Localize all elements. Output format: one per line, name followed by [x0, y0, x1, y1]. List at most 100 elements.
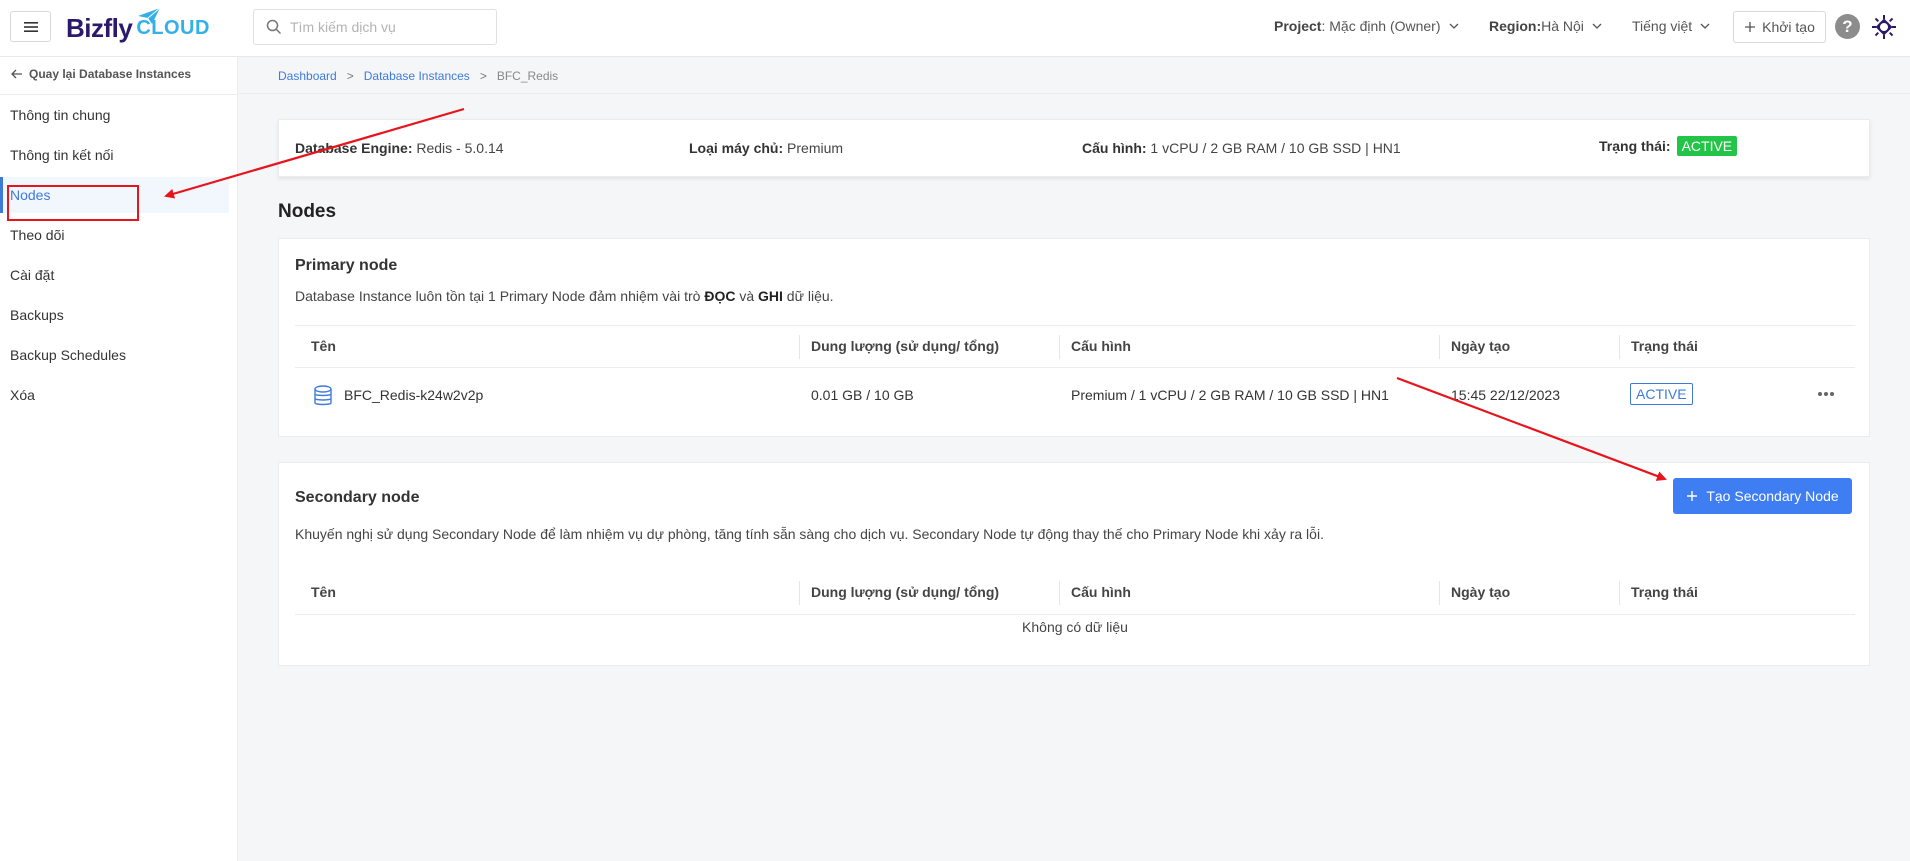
region-selector[interactable]: Region: Hà Nội	[1489, 18, 1602, 34]
sidebar-item-label: Thông tin chung	[10, 107, 111, 123]
search-icon	[266, 19, 282, 35]
sidebar-item-label: Cài đặt	[10, 267, 55, 283]
settings-icon[interactable]	[1870, 13, 1898, 41]
primary-desc-bold: ĐỌC	[704, 288, 736, 304]
back-to-database-instances-link[interactable]: Quay lại Database Instances	[11, 67, 191, 81]
column-header-created: Ngày tạo	[1451, 584, 1511, 600]
breadcrumb-current: BFC_Redis	[496, 69, 559, 83]
sidebar: Quay lại Database Instances Thông tin ch…	[0, 57, 238, 861]
column-header-config: Cấu hình	[1071, 584, 1131, 600]
column-header-created: Ngày tạo	[1451, 338, 1511, 354]
column-divider	[1439, 335, 1440, 359]
primary-desc-part: và	[735, 288, 759, 304]
search-input[interactable]	[290, 19, 490, 35]
menu-icon	[23, 21, 38, 32]
server-type-label: Loại máy chủ:	[689, 140, 784, 156]
region-label: Region:	[1489, 18, 1542, 34]
column-header-status: Trạng thái	[1631, 584, 1698, 600]
column-divider	[1439, 581, 1440, 605]
search-box[interactable]	[253, 9, 497, 45]
back-link-label: Quay lại Database Instances	[29, 67, 192, 81]
language-selector[interactable]: Tiếng việt	[1632, 18, 1710, 34]
sidebar-item-label: Xóa	[10, 387, 35, 403]
paper-plane-icon	[138, 7, 161, 24]
secondary-node-description: Khuyến nghị sử dụng Secondary Node để là…	[295, 526, 1324, 542]
create-button[interactable]: Khởi tạo	[1733, 11, 1826, 43]
page-title: Nodes	[278, 201, 337, 222]
breadcrumb-separator: >	[346, 69, 354, 83]
project-value: : Mặc định (Owner)	[1321, 18, 1441, 34]
server-type-value: Premium	[783, 140, 844, 156]
sidebar-item-label: Theo dõi	[10, 227, 65, 243]
breadcrumb-divider	[239, 93, 1910, 94]
sidebar-item-backups[interactable]: Backups	[0, 297, 229, 333]
sidebar-item-delete[interactable]: Xóa	[0, 377, 229, 413]
chevron-down-icon	[1700, 23, 1710, 29]
secondary-node-title: Secondary node	[295, 489, 420, 506]
sidebar-item-monitoring[interactable]: Theo dõi	[0, 217, 229, 253]
project-selector[interactable]: Project: Mặc định (Owner)	[1274, 18, 1459, 34]
create-secondary-node-button[interactable]: Tạo Secondary Node	[1673, 478, 1852, 514]
help-icon[interactable]: ?	[1835, 14, 1860, 39]
node-config: Premium / 1 vCPU / 2 GB RAM / 10 GB SSD …	[1071, 387, 1389, 403]
primary-node-title: Primary node	[295, 257, 398, 274]
status-badge: ACTIVE	[1676, 136, 1738, 156]
config-label: Cấu hình:	[1082, 140, 1147, 156]
column-header-capacity: Dung lượng (sử dụng/ tổng)	[811, 338, 1000, 354]
sidebar-item-backup-schedules[interactable]: Backup Schedules	[0, 337, 229, 373]
logo-brand: Bizfly	[66, 12, 133, 43]
engine-field: Database Engine: Redis - 5.0.14	[295, 140, 504, 156]
secondary-node-card: Secondary node Khuyến nghị sử dụng Secon…	[278, 462, 1870, 666]
column-divider	[799, 335, 800, 359]
column-header-status: Trạng thái	[1631, 338, 1698, 354]
instance-info-card: Database Engine: Redis - 5.0.14 Loại máy…	[278, 119, 1870, 177]
region-value: Hà Nội	[1541, 18, 1584, 34]
database-icon	[314, 385, 332, 406]
primary-desc-bold: GHI	[758, 288, 783, 304]
more-options-icon[interactable]	[1817, 391, 1835, 397]
column-header-name: Tên	[311, 338, 336, 354]
sidebar-item-label: Backups	[10, 307, 64, 323]
sidebar-item-general-info[interactable]: Thông tin chung	[0, 97, 229, 133]
plus-icon	[1745, 22, 1756, 32]
column-divider	[1059, 335, 1060, 359]
secondary-table-header: Tên Dung lượng (sử dụng/ tổng) Cấu hình …	[295, 572, 1855, 615]
engine-label: Database Engine:	[295, 140, 413, 156]
config-value: 1 vCPU / 2 GB RAM / 10 GB SSD | HN1	[1146, 140, 1401, 156]
server-type-field: Loại máy chủ: Premium	[689, 140, 843, 156]
sidebar-item-nodes[interactable]: Nodes	[0, 177, 229, 213]
node-status: ACTIVE	[1630, 383, 1693, 405]
sidebar-item-connection-info[interactable]: Thông tin kết nối	[0, 137, 229, 173]
primary-table-header: Tên Dung lượng (sử dụng/ tổng) Cấu hình …	[295, 325, 1855, 368]
plus-icon	[1687, 491, 1698, 501]
breadcrumb-separator: >	[479, 69, 487, 83]
node-capacity: 0.01 GB / 10 GB	[811, 387, 914, 403]
sidebar-item-settings[interactable]: Cài đặt	[0, 257, 229, 293]
breadcrumb: Dashboard > Database Instances > BFC_Red…	[278, 69, 558, 83]
sidebar-item-label: Nodes	[10, 187, 51, 203]
column-header-capacity: Dung lượng (sử dụng/ tổng)	[811, 584, 1000, 600]
primary-node-description: Database Instance luôn tồn tại 1 Primary…	[295, 288, 834, 304]
breadcrumb-dashboard[interactable]: Dashboard	[278, 69, 337, 83]
chevron-down-icon	[1449, 23, 1458, 29]
empty-state-text: Không có dữ liệu	[1022, 619, 1128, 635]
column-divider	[799, 581, 800, 605]
hamburger-menu-button[interactable]	[10, 11, 51, 42]
column-divider	[1619, 335, 1620, 359]
column-header-name: Tên	[311, 584, 336, 600]
node-name[interactable]: BFC_Redis-k24w2v2p	[344, 387, 483, 403]
sidebar-item-label: Backup Schedules	[10, 347, 126, 363]
node-status-badge: ACTIVE	[1630, 383, 1693, 405]
primary-desc-part: dữ liệu.	[782, 288, 834, 304]
bizfly-cloud-logo[interactable]: Bizfly CLOUD	[66, 7, 210, 48]
sidebar-divider	[0, 94, 238, 95]
create-label: Khởi tạo	[1762, 19, 1815, 35]
top-bar: Bizfly CLOUD Project: Mặc định (Owner) R…	[0, 0, 1910, 57]
sidebar-item-label: Thông tin kết nối	[10, 147, 114, 163]
status-field: Trạng thái: ACTIVE	[1599, 136, 1738, 156]
breadcrumb-database-instances[interactable]: Database Instances	[364, 69, 470, 83]
chevron-down-icon	[1592, 23, 1602, 29]
primary-desc-part: Database Instance luôn tồn tại 1 Primary…	[295, 288, 705, 304]
column-divider	[1619, 581, 1620, 605]
engine-value: Redis - 5.0.14	[412, 140, 504, 156]
